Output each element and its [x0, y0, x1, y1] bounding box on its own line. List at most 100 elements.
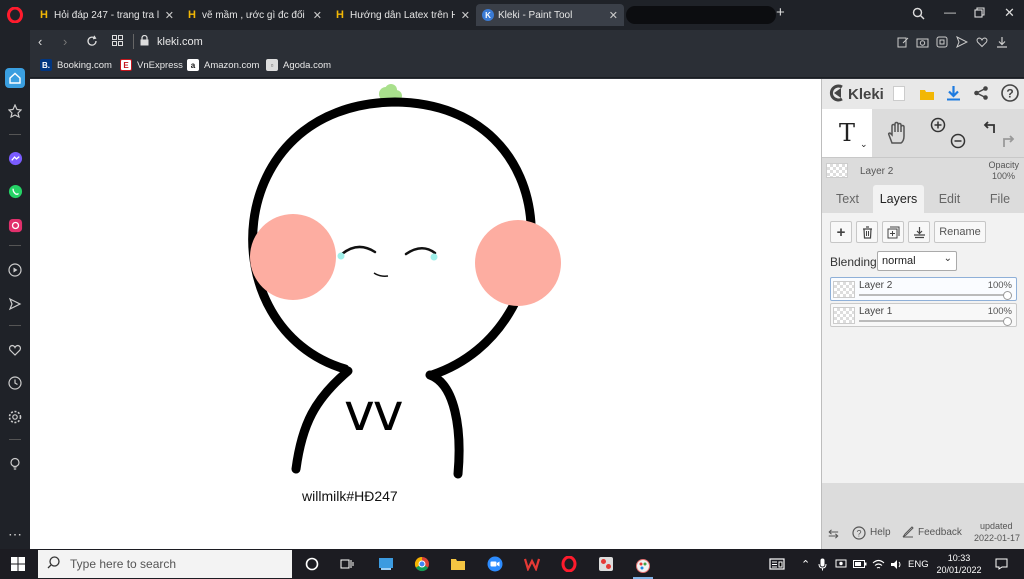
restore-window-icon[interactable]	[974, 7, 985, 21]
wallet-icon[interactable]	[936, 36, 948, 51]
volume-icon[interactable]	[890, 549, 903, 579]
close-tab-icon[interactable]: ✕	[609, 9, 618, 22]
minimize-window-icon[interactable]: —	[944, 5, 956, 19]
layer-opacity-slider[interactable]	[859, 320, 1008, 322]
agoda-icon: ▫	[266, 59, 278, 71]
instagram-icon[interactable]	[5, 215, 25, 235]
tray-chevron-up-icon[interactable]: ⌃	[801, 549, 810, 579]
help-question-icon[interactable]: ?	[1001, 84, 1019, 105]
cortana-icon[interactable]	[302, 554, 322, 574]
notification-icon[interactable]	[995, 549, 1008, 579]
hand-tool[interactable]	[872, 109, 922, 157]
share-icon[interactable]	[973, 85, 989, 104]
download-icon[interactable]	[996, 36, 1008, 51]
redacted-tab[interactable]	[626, 6, 776, 24]
microphone-icon[interactable]	[818, 549, 827, 579]
right-eye	[404, 247, 437, 256]
open-folder-icon[interactable]	[919, 87, 935, 104]
zoom-app-icon[interactable]	[485, 554, 505, 574]
swap-side-icon[interactable]: ⇆	[828, 526, 839, 542]
edit-page-icon[interactable]	[897, 36, 909, 51]
wps-app-icon[interactable]	[522, 554, 542, 574]
more-dots-icon[interactable]: ⋯	[5, 524, 25, 544]
zoom-tool[interactable]	[922, 109, 972, 157]
help-link[interactable]: Help	[870, 527, 891, 538]
save-download-icon[interactable]	[946, 85, 961, 104]
search-tabs-icon[interactable]	[912, 7, 925, 23]
text-tool[interactable]: T ⌄	[822, 109, 872, 157]
feedback-link[interactable]: Feedback	[918, 527, 962, 538]
forward-icon[interactable]: ›	[63, 34, 67, 49]
close-window-icon[interactable]: ✕	[1004, 5, 1015, 21]
close-tab-icon[interactable]: ✕	[461, 9, 470, 22]
layer-row[interactable]: Layer 2 100%	[830, 277, 1017, 301]
delete-layer-button[interactable]	[856, 221, 878, 243]
browser-tab[interactable]: H Hướng dẫn Latex trên Hoid ✕	[328, 4, 476, 26]
new-image-icon[interactable]	[893, 86, 905, 101]
layer-opacity-handle[interactable]	[1003, 291, 1012, 300]
clock[interactable]: 10:33 20/01/2022	[934, 549, 984, 579]
heart-icon[interactable]	[5, 340, 25, 360]
bookmark-label: Agoda.com	[283, 59, 332, 71]
undo-redo[interactable]	[972, 109, 1024, 157]
rename-layer-button[interactable]: Rename	[934, 221, 986, 243]
chrome-app-icon[interactable]	[412, 554, 432, 574]
bookmark-vnexpress[interactable]: E VnExpress	[120, 59, 183, 71]
bookmarks-icon[interactable]	[5, 101, 25, 121]
close-tab-icon[interactable]: ✕	[165, 9, 174, 22]
history-icon[interactable]	[5, 373, 25, 393]
close-tab-icon[interactable]: ✕	[313, 9, 322, 22]
blending-select[interactable]: normal ⌄	[877, 251, 957, 271]
messenger-icon[interactable]	[5, 148, 25, 168]
feedback-icon[interactable]	[902, 526, 914, 541]
help-circle-icon[interactable]: ?	[852, 526, 866, 543]
player-icon[interactable]	[5, 260, 25, 280]
opera-app-icon[interactable]	[559, 554, 579, 574]
layer-opacity-handle[interactable]	[1003, 317, 1012, 326]
windows-start-icon[interactable]	[8, 554, 28, 574]
share-send-icon[interactable]	[956, 35, 969, 51]
tab-file[interactable]: File	[975, 185, 1024, 213]
bookmark-booking[interactable]: B. Booking.com	[40, 59, 112, 71]
send-icon[interactable]	[5, 294, 25, 314]
news-widget-icon[interactable]	[769, 549, 785, 579]
merge-down-button[interactable]	[908, 221, 930, 243]
layer-opacity-slider[interactable]	[859, 294, 1008, 296]
tab-text[interactable]: Text	[822, 185, 873, 213]
drawing-canvas[interactable]: vv willmilk#HĐ247	[30, 79, 821, 549]
tab-edit[interactable]: Edit	[924, 185, 975, 213]
new-tab-button[interactable]: +	[776, 4, 785, 21]
language-indicator[interactable]: ENG	[908, 549, 929, 579]
bookmark-amazon[interactable]: a Amazon.com	[187, 59, 259, 71]
add-layer-button[interactable]: +	[830, 221, 852, 243]
taskbar-search[interactable]: Type here to search	[38, 550, 292, 578]
layer-row[interactable]: Layer 1 100%	[830, 303, 1017, 327]
file-explorer-app-icon[interactable]	[376, 554, 396, 574]
browser-tab-active[interactable]: K Kleki - Paint Tool ✕	[476, 4, 624, 26]
paint-app-icon[interactable]	[633, 554, 653, 579]
task-view-icon[interactable]	[337, 554, 357, 574]
bookmark-agoda[interactable]: ▫ Agoda.com	[266, 59, 331, 71]
reload-icon[interactable]	[86, 35, 98, 50]
wifi-icon[interactable]	[872, 549, 885, 579]
opera-logo-icon[interactable]	[5, 5, 25, 25]
browser-tab[interactable]: H vẽ mầm , ước gì đc đổi kèo ✕	[180, 4, 328, 26]
speed-dial-grid-icon[interactable]	[112, 35, 123, 49]
url-field[interactable]: kleki.com	[140, 32, 203, 52]
tool-options-chevron-icon[interactable]: ⌄	[860, 139, 868, 150]
whatsapp-icon[interactable]	[5, 181, 25, 201]
lightbulb-icon[interactable]	[5, 454, 25, 474]
back-icon[interactable]: ‹	[38, 34, 42, 49]
duplicate-layer-button[interactable]	[882, 221, 904, 243]
favorite-heart-icon[interactable]	[976, 36, 988, 51]
webcam-icon[interactable]	[835, 549, 847, 579]
updated-date: 2022-01-17	[974, 533, 1021, 543]
folder-app-icon[interactable]	[448, 554, 468, 574]
snapshot-camera-icon[interactable]	[916, 36, 929, 51]
app-grid-icon[interactable]	[596, 554, 616, 574]
home-icon[interactable]	[5, 68, 25, 88]
settings-gear-icon[interactable]	[5, 407, 25, 427]
browser-tab[interactable]: H Hỏi đáp 247 - trang tra loi ✕	[32, 4, 180, 26]
battery-icon[interactable]	[853, 549, 867, 579]
tab-layers[interactable]: Layers	[873, 185, 924, 213]
